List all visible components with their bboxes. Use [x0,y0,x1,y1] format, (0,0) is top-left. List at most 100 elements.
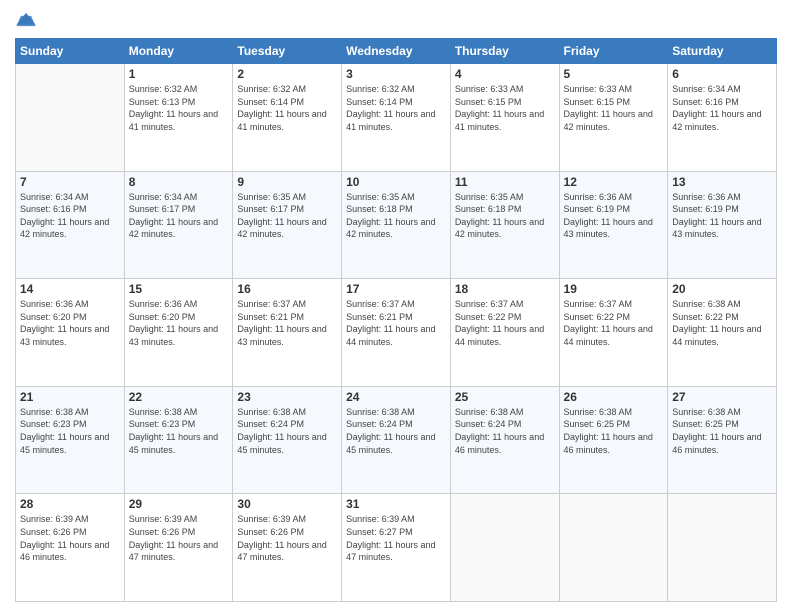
day-info: Sunrise: 6:39 AMSunset: 6:26 PMDaylight:… [237,513,337,563]
calendar-cell: 28 Sunrise: 6:39 AMSunset: 6:26 PMDayligh… [16,494,125,602]
day-number: 31 [346,497,446,511]
calendar-cell [559,494,668,602]
calendar-cell: 19 Sunrise: 6:37 AMSunset: 6:22 PMDayligh… [559,279,668,387]
day-info: Sunrise: 6:37 AMSunset: 6:22 PMDaylight:… [455,298,555,348]
day-number: 23 [237,390,337,404]
day-number: 17 [346,282,446,296]
day-info: Sunrise: 6:39 AMSunset: 6:27 PMDaylight:… [346,513,446,563]
day-info: Sunrise: 6:32 AMSunset: 6:14 PMDaylight:… [346,83,446,133]
calendar-cell: 14 Sunrise: 6:36 AMSunset: 6:20 PMDayligh… [16,279,125,387]
day-info: Sunrise: 6:33 AMSunset: 6:15 PMDaylight:… [564,83,664,133]
day-info: Sunrise: 6:34 AMSunset: 6:16 PMDaylight:… [672,83,772,133]
day-info: Sunrise: 6:38 AMSunset: 6:23 PMDaylight:… [129,406,229,456]
day-number: 14 [20,282,120,296]
day-number: 9 [237,175,337,189]
day-info: Sunrise: 6:34 AMSunset: 6:17 PMDaylight:… [129,191,229,241]
weekday-header: Wednesday [342,39,451,64]
calendar-cell: 20 Sunrise: 6:38 AMSunset: 6:22 PMDayligh… [668,279,777,387]
calendar-week-row: 7 Sunrise: 6:34 AMSunset: 6:16 PMDaylight… [16,171,777,279]
calendar-cell: 30 Sunrise: 6:39 AMSunset: 6:26 PMDayligh… [233,494,342,602]
day-number: 13 [672,175,772,189]
logo-icon [15,10,37,32]
day-info: Sunrise: 6:35 AMSunset: 6:18 PMDaylight:… [346,191,446,241]
calendar-cell: 10 Sunrise: 6:35 AMSunset: 6:18 PMDayligh… [342,171,451,279]
calendar-cell: 15 Sunrise: 6:36 AMSunset: 6:20 PMDayligh… [124,279,233,387]
calendar-cell: 29 Sunrise: 6:39 AMSunset: 6:26 PMDayligh… [124,494,233,602]
calendar-cell: 6 Sunrise: 6:34 AMSunset: 6:16 PMDaylight… [668,64,777,172]
day-info: Sunrise: 6:38 AMSunset: 6:25 PMDaylight:… [564,406,664,456]
day-number: 2 [237,67,337,81]
day-info: Sunrise: 6:35 AMSunset: 6:18 PMDaylight:… [455,191,555,241]
weekday-header: Sunday [16,39,125,64]
day-number: 10 [346,175,446,189]
day-info: Sunrise: 6:37 AMSunset: 6:21 PMDaylight:… [346,298,446,348]
weekday-header: Friday [559,39,668,64]
calendar-cell: 31 Sunrise: 6:39 AMSunset: 6:27 PMDayligh… [342,494,451,602]
calendar-week-row: 21Sunrise: 6:38 AMSunset: 6:23 PMDayligh… [16,386,777,494]
day-info: Sunrise: 6:38 AMSunset: 6:24 PMDaylight:… [346,406,446,456]
day-info: Sunrise: 6:33 AMSunset: 6:15 PMDaylight:… [455,83,555,133]
day-number: 1 [129,67,229,81]
day-info: Sunrise: 6:38 AMSunset: 6:22 PMDaylight:… [672,298,772,348]
day-info: Sunrise: 6:34 AMSunset: 6:16 PMDaylight:… [20,191,120,241]
header [15,10,777,32]
day-info: Sunrise: 6:39 AMSunset: 6:26 PMDaylight:… [129,513,229,563]
calendar-cell: 11Sunrise: 6:35 AMSunset: 6:18 PMDayligh… [450,171,559,279]
day-number: 28 [20,497,120,511]
calendar-cell: 27 Sunrise: 6:38 AMSunset: 6:25 PMDayligh… [668,386,777,494]
day-number: 16 [237,282,337,296]
day-number: 15 [129,282,229,296]
calendar-cell: 2 Sunrise: 6:32 AMSunset: 6:14 PMDaylight… [233,64,342,172]
calendar-cell: 1 Sunrise: 6:32 AMSunset: 6:13 PMDaylight… [124,64,233,172]
calendar-cell: 5 Sunrise: 6:33 AMSunset: 6:15 PMDaylight… [559,64,668,172]
day-number: 7 [20,175,120,189]
calendar-cell: 26 Sunrise: 6:38 AMSunset: 6:25 PMDayligh… [559,386,668,494]
calendar-cell: 21Sunrise: 6:38 AMSunset: 6:23 PMDayligh… [16,386,125,494]
weekday-header: Tuesday [233,39,342,64]
day-info: Sunrise: 6:39 AMSunset: 6:26 PMDaylight:… [20,513,120,563]
day-number: 27 [672,390,772,404]
day-number: 22 [129,390,229,404]
day-info: Sunrise: 6:32 AMSunset: 6:13 PMDaylight:… [129,83,229,133]
day-info: Sunrise: 6:37 AMSunset: 6:21 PMDaylight:… [237,298,337,348]
calendar-cell: 22 Sunrise: 6:38 AMSunset: 6:23 PMDayligh… [124,386,233,494]
logo [15,10,41,32]
day-info: Sunrise: 6:32 AMSunset: 6:14 PMDaylight:… [237,83,337,133]
calendar-cell: 13Sunrise: 6:36 AMSunset: 6:19 PMDayligh… [668,171,777,279]
calendar-cell: 24 Sunrise: 6:38 AMSunset: 6:24 PMDayligh… [342,386,451,494]
day-number: 5 [564,67,664,81]
day-number: 3 [346,67,446,81]
day-info: Sunrise: 6:35 AMSunset: 6:17 PMDaylight:… [237,191,337,241]
day-info: Sunrise: 6:36 AMSunset: 6:20 PMDaylight:… [129,298,229,348]
day-info: Sunrise: 6:36 AMSunset: 6:20 PMDaylight:… [20,298,120,348]
calendar-cell [668,494,777,602]
calendar-week-row: 1 Sunrise: 6:32 AMSunset: 6:13 PMDaylight… [16,64,777,172]
calendar-cell: 16 Sunrise: 6:37 AMSunset: 6:21 PMDayligh… [233,279,342,387]
calendar-week-row: 14 Sunrise: 6:36 AMSunset: 6:20 PMDayligh… [16,279,777,387]
day-info: Sunrise: 6:38 AMSunset: 6:24 PMDaylight:… [455,406,555,456]
day-number: 20 [672,282,772,296]
day-number: 26 [564,390,664,404]
day-number: 8 [129,175,229,189]
calendar-cell: 4 Sunrise: 6:33 AMSunset: 6:15 PMDaylight… [450,64,559,172]
calendar: SundayMondayTuesdayWednesdayThursdayFrid… [15,38,777,602]
day-number: 4 [455,67,555,81]
day-info: Sunrise: 6:37 AMSunset: 6:22 PMDaylight:… [564,298,664,348]
day-info: Sunrise: 6:36 AMSunset: 6:19 PMDaylight:… [564,191,664,241]
day-number: 6 [672,67,772,81]
calendar-cell: 12Sunrise: 6:36 AMSunset: 6:19 PMDayligh… [559,171,668,279]
day-info: Sunrise: 6:38 AMSunset: 6:25 PMDaylight:… [672,406,772,456]
day-number: 30 [237,497,337,511]
day-number: 18 [455,282,555,296]
day-number: 19 [564,282,664,296]
weekday-header-row: SundayMondayTuesdayWednesdayThursdayFrid… [16,39,777,64]
weekday-header: Thursday [450,39,559,64]
calendar-week-row: 28 Sunrise: 6:39 AMSunset: 6:26 PMDayligh… [16,494,777,602]
day-number: 24 [346,390,446,404]
day-info: Sunrise: 6:38 AMSunset: 6:23 PMDaylight:… [20,406,120,456]
calendar-cell: 17 Sunrise: 6:37 AMSunset: 6:21 PMDayligh… [342,279,451,387]
day-number: 25 [455,390,555,404]
calendar-cell: 8 Sunrise: 6:34 AMSunset: 6:17 PMDaylight… [124,171,233,279]
calendar-cell: 9 Sunrise: 6:35 AMSunset: 6:17 PMDaylight… [233,171,342,279]
day-number: 29 [129,497,229,511]
